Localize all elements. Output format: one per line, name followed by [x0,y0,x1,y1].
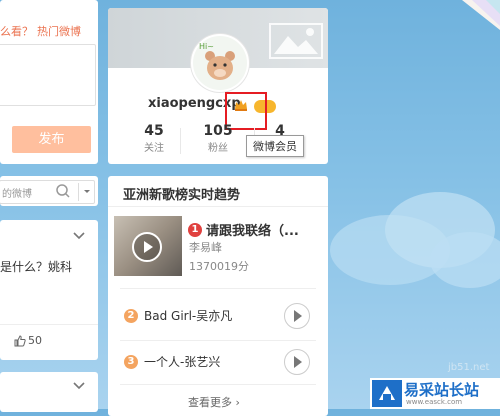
feed-text[interactable]: 是什么？姚科 [0,258,72,275]
song-thumbnail[interactable] [114,216,182,276]
composer-textarea[interactable] [0,44,96,106]
trend-title: 亚洲新歌榜实时趋势 [123,188,241,203]
publish-button[interactable]: 发布 [12,126,91,153]
chevron-down-icon [84,190,90,193]
play-button[interactable] [284,349,310,375]
top-song-title[interactable]: 1 请跟我联络（... [188,220,299,239]
image-placeholder-icon [268,20,324,64]
feed-search-card: 的微博 [0,176,98,206]
vip-tooltip: 微博会员 [246,135,304,157]
composer-card: 么看？ 热门微博 发布 [0,0,98,164]
stat-value: 105 [203,123,233,139]
like-button[interactable]: 50 [14,334,42,347]
song-name: Bad Girl-吴亦凡 [144,309,233,323]
divider [120,340,316,341]
song-item[interactable]: 2 Bad Girl-吴亦凡 [124,307,232,324]
stat-label: 关注 [144,143,164,154]
thumbs-up-icon [14,334,26,346]
search-dropdown[interactable] [78,183,95,201]
chevron-down-icon[interactable] [72,226,86,245]
watermark-text: jb51.net [448,362,490,373]
stat-followers[interactable]: 105 粉丝 [198,123,238,154]
see-more-link[interactable]: 查看更多 › [188,394,240,410]
feed-card: 是什么？姚科 50 [0,220,98,360]
stat-following[interactable]: 45 关注 [134,123,174,154]
stat-value: 45 [144,123,164,139]
feed-card [0,372,98,412]
page-curl-icon [462,0,500,30]
composer-prompt: 么看？ [0,25,33,38]
avatar[interactable]: Hi~ [191,34,249,92]
rank-badge: 3 [124,354,138,369]
feed-search-input[interactable]: 的微博 [0,180,95,204]
search-placeholder: 的微博 [2,189,32,200]
divider [0,324,98,325]
stat-label: 粉丝 [208,143,228,154]
rank-badge: 1 [188,222,202,237]
song-item[interactable]: 3 一个人-张艺兴 [124,353,220,370]
divider [108,206,328,207]
search-icon[interactable] [55,183,71,203]
divider [180,128,181,154]
site-url: www.easck.com [406,398,463,406]
song-name: 请跟我联络（... [206,224,299,239]
chevron-down-icon[interactable] [72,376,86,395]
music-trend-card: 亚洲新歌榜实时趋势 1 请跟我联络（... 李易峰 1370019分 2 Bad… [108,176,328,416]
hot-weibo-link[interactable]: 热门微博 [37,25,81,38]
site-logo-icon [372,380,402,407]
divider [120,288,316,289]
artist-name[interactable]: 李易峰 [189,239,222,255]
composer-header: 么看？ 热门微博 [0,23,81,39]
bear-avatar-icon: Hi~ [193,36,247,90]
like-count: 50 [28,334,42,347]
song-name: 一个人-张艺兴 [144,355,221,369]
svg-text:Hi~: Hi~ [199,42,214,51]
site-watermark: 易采站长站 www.easck.com [370,378,500,409]
divider [120,384,316,385]
rank-badge: 2 [124,308,138,323]
site-brand: 易采站长站 [404,381,480,399]
play-count: 1370019分 [189,260,249,273]
play-button[interactable] [284,303,310,329]
cloud-decoration [330,192,500,288]
play-icon[interactable] [132,232,162,262]
